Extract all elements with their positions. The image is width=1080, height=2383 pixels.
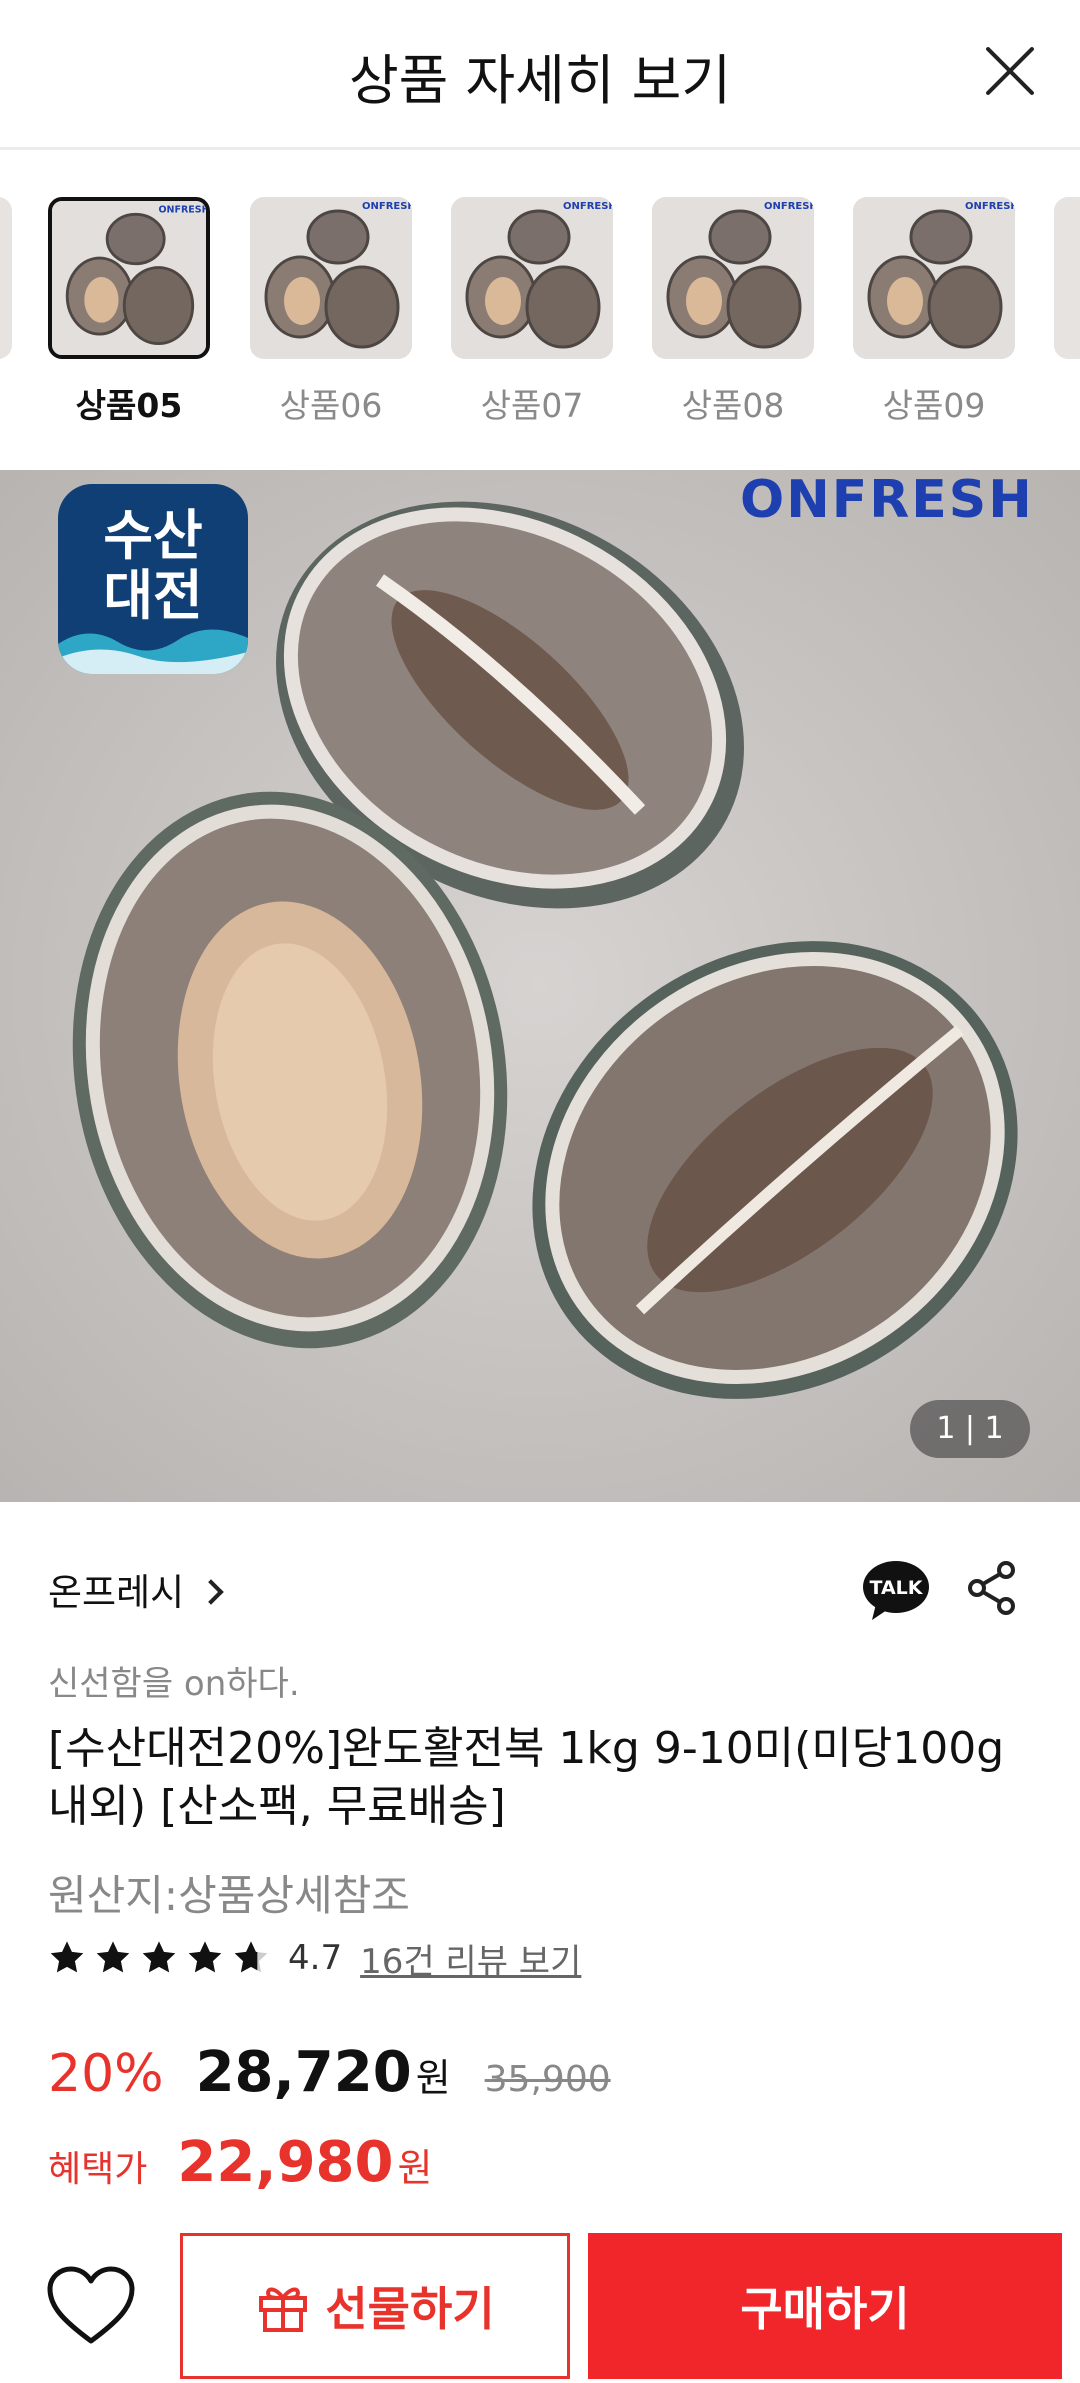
thumbnail-item-06[interactable]: ONFRESH 상품06 bbox=[250, 197, 412, 427]
header: 상품 자세히 보기 bbox=[0, 0, 1080, 150]
thumbnail-label: 상품06 bbox=[279, 386, 383, 425]
thumb-brand-mark: ONFRESH bbox=[764, 201, 814, 212]
talk-label: TALK bbox=[869, 1577, 923, 1599]
star-icon bbox=[142, 1941, 176, 1973]
heart-icon[interactable] bbox=[46, 2265, 136, 2347]
event-badge-logo: 수산 대전 bbox=[58, 484, 248, 674]
thumb-brand-mark: ONFRESH bbox=[158, 204, 206, 215]
brand-watermark: ONFRESH bbox=[740, 470, 1034, 530]
benefit-label: 혜택가 bbox=[48, 2149, 148, 2190]
seller-name: 온프레시 bbox=[48, 1571, 185, 1614]
bottom-action-bar: 선물하기 구매하기 bbox=[0, 2225, 1080, 2383]
thumbnail-partial-left[interactable] bbox=[0, 197, 12, 359]
review-link[interactable]: 16건 리뷰 보기 bbox=[360, 1934, 581, 1983]
thumbnail-image: ONFRESH bbox=[250, 197, 412, 359]
buy-button-label: 구매하기 bbox=[740, 2282, 910, 2336]
thumbnail-image: ONFRESH bbox=[853, 197, 1015, 359]
wave-icon bbox=[58, 629, 248, 674]
badge-line-1: 수산 bbox=[103, 504, 203, 567]
seller-link[interactable]: 온프레시 bbox=[48, 1562, 224, 1616]
image-counter: 1 | 1 bbox=[910, 1400, 1030, 1458]
thumbnail-item-05[interactable]: ONFRESH 상품05 bbox=[48, 197, 210, 427]
gift-icon bbox=[259, 2287, 308, 2332]
currency-unit: 원 bbox=[397, 2146, 433, 2190]
close-icon[interactable] bbox=[975, 36, 1045, 106]
kakao-talk-icon[interactable]: TALK bbox=[862, 1560, 930, 1622]
star-icon bbox=[50, 1941, 84, 1973]
thumbnail-image: ONFRESH bbox=[48, 197, 210, 359]
original-price: 35,900 bbox=[484, 2059, 611, 2100]
thumbnail-image: ONFRESH bbox=[451, 197, 613, 359]
thumbnail-strip[interactable]: ONFRESH 상품05 ONFRESH 상품06 ONFRESH 상품07 O… bbox=[0, 150, 1080, 470]
rating-row: 4.7 16건 리뷰 보기 bbox=[48, 1934, 581, 1983]
discount-rate: 20% bbox=[48, 2044, 164, 2104]
badge-line-2: 대전 bbox=[103, 564, 203, 627]
currency-unit: 원 bbox=[415, 2056, 451, 2100]
product-title: [수산대전20%]완도활전복 1kg 9-10미(미당100g 내외) [산소팩… bbox=[48, 1723, 1005, 1832]
sale-price: 28,720 bbox=[195, 2040, 412, 2105]
thumbnail-label: 상품07 bbox=[480, 386, 584, 425]
page-title: 상품 자세히 보기 bbox=[348, 49, 732, 112]
thumb-brand-mark: ONFRESH bbox=[563, 201, 613, 212]
product-image[interactable]: 수산 대전 ONFRESH 1 | 1 bbox=[0, 470, 1080, 1502]
star-half-icon bbox=[234, 1941, 268, 1973]
thumbnail-partial-right[interactable] bbox=[1054, 197, 1080, 359]
thumbnail-item-08[interactable]: ONFRESH 상품08 bbox=[652, 197, 814, 427]
thumbnail-item-07[interactable]: ONFRESH 상품07 bbox=[451, 197, 613, 427]
thumbnail-label: 상품05 bbox=[75, 386, 183, 425]
seller-tagline: 신선함을 on하다. bbox=[48, 1664, 300, 1704]
product-origin: 원산지:상품상세참조 bbox=[48, 1871, 410, 1920]
chevron-right-icon bbox=[198, 1579, 224, 1605]
thumbnail-image: ONFRESH bbox=[652, 197, 814, 359]
star-icon bbox=[96, 1941, 130, 1973]
thumb-brand-mark: ONFRESH bbox=[362, 201, 412, 212]
benefit-price-row: 혜택가 22,980 원 bbox=[48, 2130, 432, 2195]
gift-button[interactable]: 선물하기 bbox=[180, 2233, 570, 2379]
share-icon[interactable] bbox=[966, 1560, 1018, 1616]
buy-button[interactable]: 구매하기 bbox=[588, 2233, 1062, 2379]
price-row: 20% 28,720 원 35,900 bbox=[48, 2040, 611, 2105]
thumbnail-label: 상품09 bbox=[882, 386, 986, 425]
rating-value: 4.7 bbox=[288, 1938, 343, 1978]
thumbnail-label: 상품08 bbox=[681, 386, 785, 425]
thumb-brand-mark: ONFRESH bbox=[965, 201, 1015, 212]
star-icon bbox=[188, 1941, 222, 1973]
gift-button-label: 선물하기 bbox=[325, 2282, 495, 2336]
thumbnail-item-09[interactable]: ONFRESH 상품09 bbox=[853, 197, 1015, 427]
benefit-price: 22,980 bbox=[177, 2130, 394, 2195]
